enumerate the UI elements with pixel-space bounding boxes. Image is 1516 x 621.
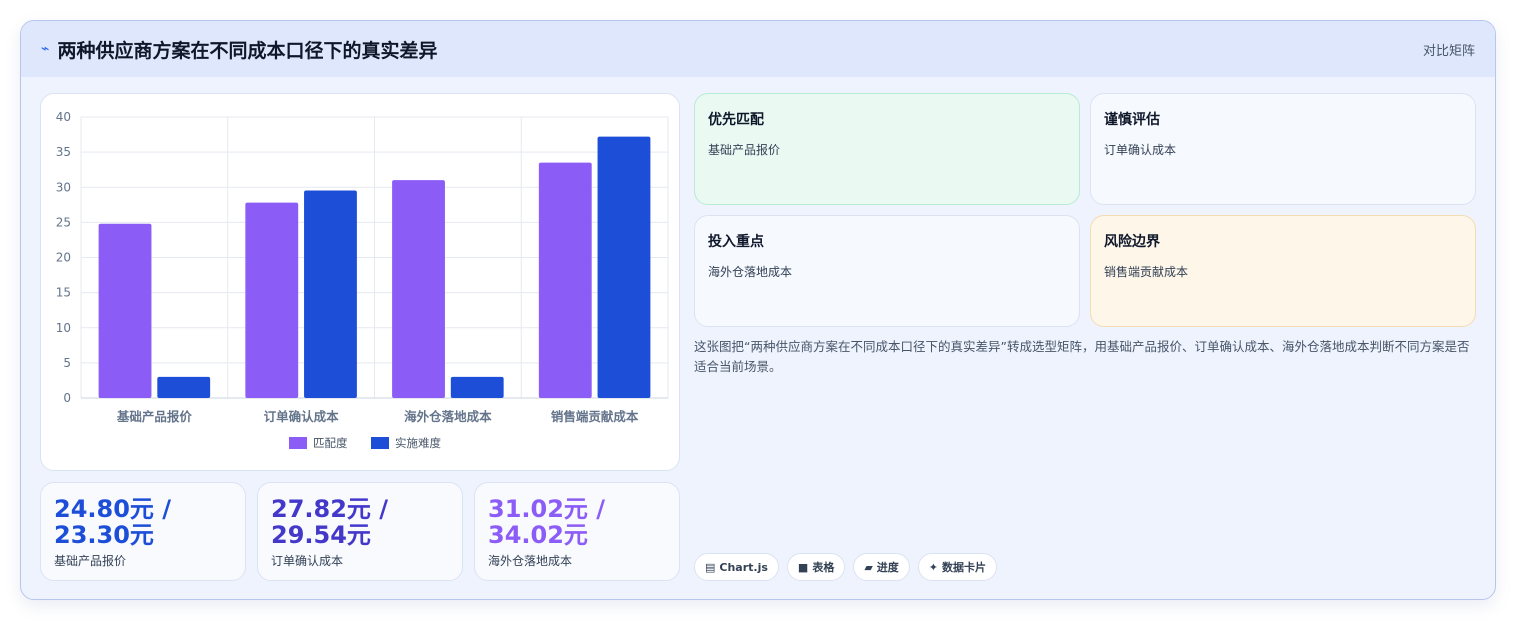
- bar-difficulty: [450, 376, 504, 398]
- panel-header: ⌁ 两种供应商方案在不同成本口径下的真实差异 对比矩阵: [21, 21, 1495, 77]
- legend-swatch: [371, 437, 389, 449]
- matrix-box-risk: 风险边界 销售端贡献成本: [1090, 215, 1476, 327]
- pill-label: 进度: [876, 561, 899, 574]
- pulse-line-icon: ⌁: [41, 41, 50, 57]
- pill-label: 表格: [812, 561, 835, 574]
- box-title: 优先匹配: [708, 112, 764, 128]
- pill-label: 数据卡片: [942, 561, 987, 574]
- box-text: 销售端贡献成本: [1104, 265, 1189, 279]
- matrix-box-caution: 谨慎评估 订单确认成本: [1090, 93, 1476, 205]
- pill-chartjs[interactable]: ▤ Chart.js: [694, 553, 779, 581]
- box-title: 谨慎评估: [1104, 112, 1160, 128]
- legend-label: 匹配度: [313, 436, 348, 450]
- tech-pills: ▤ Chart.js ■ 表格 ▰ 进度 ✦ 数据卡片: [694, 553, 998, 581]
- y-tick-label: 15: [56, 286, 71, 300]
- bar-match: [98, 223, 152, 398]
- stat-label: 海外仓落地成本: [488, 554, 573, 568]
- matrix-panel: ⌁ 两种供应商方案在不同成本口径下的真实差异 对比矩阵 0 5 10 15 20 25 30…: [20, 20, 1496, 600]
- bar-difficulty: [597, 136, 651, 399]
- box-text: 订单确认成本: [1104, 143, 1177, 157]
- bar-match: [245, 202, 299, 398]
- pill-table[interactable]: ■ 表格: [786, 553, 846, 581]
- bar-chart-card: 0 5 10 15 20 25 30 35 40 基础产品报价 订单确认成本 海外仓落地成本 销售端贡献…: [40, 93, 680, 471]
- x-tick-label: 基础产品报价: [116, 409, 193, 424]
- y-tick-label: 40: [56, 110, 71, 124]
- x-tick-label: 销售端贡献成本: [551, 409, 639, 424]
- stat-value: 24.80元 / 23.30元: [54, 495, 172, 549]
- x-tick-label: 海外仓落地成本: [404, 409, 492, 424]
- matrix-box-investment: 投入重点 海外仓落地成本: [694, 215, 1080, 327]
- x-tick-label: 订单确认成本: [264, 409, 340, 424]
- y-tick-label: 30: [56, 180, 71, 194]
- table-icon: ■: [797, 560, 809, 574]
- pill-progress[interactable]: ▰ 进度: [853, 553, 910, 581]
- y-tick-label: 5: [63, 356, 71, 370]
- y-tick-label: 25: [56, 215, 71, 229]
- pill-label: Chart.js: [719, 560, 768, 574]
- box-text: 海外仓落地成本: [708, 265, 793, 279]
- box-text: 基础产品报价: [708, 143, 781, 157]
- y-tick-label: 35: [56, 145, 71, 159]
- stat-card-1: 27.82元 / 29.54元 订单确认成本: [257, 482, 463, 581]
- stat-value: 31.02元 / 34.02元: [488, 495, 606, 549]
- chart-icon: ▤: [705, 560, 716, 574]
- box-title: 风险边界: [1104, 234, 1160, 250]
- stat-value: 27.82元 / 29.54元: [271, 495, 389, 549]
- panel-tag[interactable]: 对比矩阵: [1423, 40, 1475, 59]
- bar-chart: 0 5 10 15 20 25 30 35 40 基础产品报价 订单确认成本 海外仓落地成本 销售端贡献…: [56, 110, 669, 450]
- matrix-box-priority: 优先匹配 基础产品报价: [694, 93, 1080, 205]
- bar-difficulty: [304, 190, 357, 398]
- bar-match: [538, 162, 592, 398]
- legend-swatch: [289, 437, 307, 449]
- matrix-description: 这张图把“两种供应商方案在不同成本口径下的真实差异”转成选型矩阵，用基础产品报价…: [694, 339, 1470, 374]
- sparkle-icon: ✦: [928, 560, 939, 574]
- bar-match: [392, 180, 445, 398]
- pill-data-card[interactable]: ✦ 数据卡片: [917, 553, 998, 581]
- box-title: 投入重点: [708, 234, 764, 250]
- progress-icon: ▰: [864, 560, 873, 574]
- stat-label: 基础产品报价: [54, 554, 127, 568]
- y-tick-label: 20: [56, 251, 71, 265]
- stat-card-0: 24.80元 / 23.30元 基础产品报价: [40, 482, 246, 581]
- bar-difficulty: [157, 376, 211, 398]
- stat-card-2: 31.02元 / 34.02元 海外仓落地成本: [474, 482, 680, 581]
- panel-title: 两种供应商方案在不同成本口径下的真实差异: [57, 39, 438, 62]
- y-tick-label: 0: [63, 391, 71, 405]
- y-tick-label: 10: [56, 321, 71, 335]
- stat-label: 订单确认成本: [271, 554, 344, 568]
- legend-label: 实施难度: [395, 436, 441, 450]
